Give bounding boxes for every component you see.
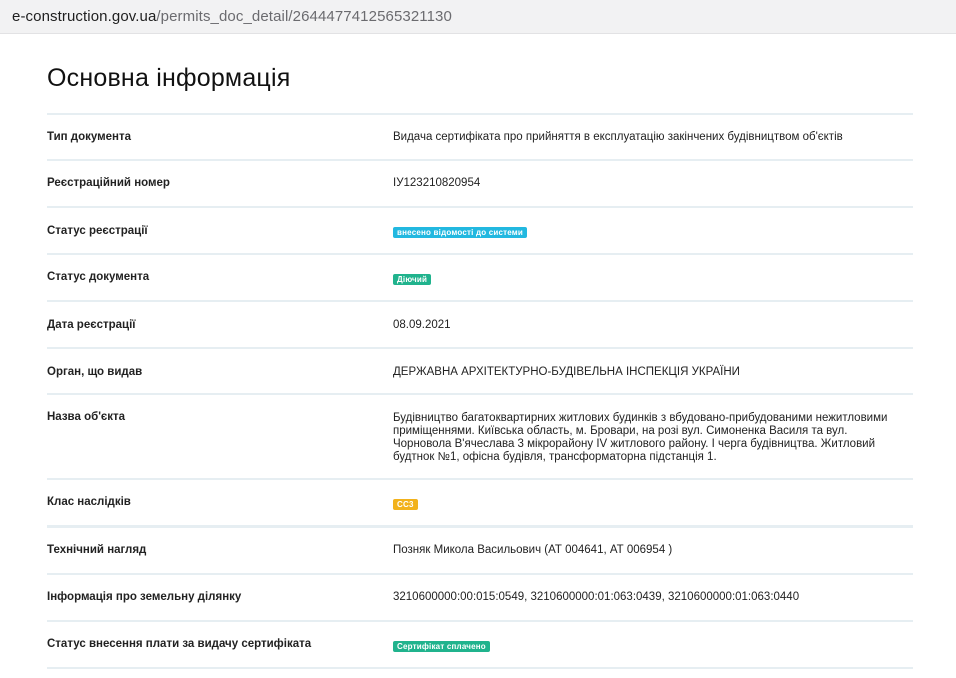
row-issuer: Орган, що видав ДЕРЖАВНА АРХІТЕКТУРНО-БУ… xyxy=(47,349,913,395)
row-tech-supervision: Технічний нагляд Позняк Микола Васильови… xyxy=(47,528,913,575)
row-value-wrapper: СС3 xyxy=(393,498,903,511)
row-label: Статус внесення плати за видачу сертифік… xyxy=(47,638,312,650)
status-badge: Сертифікат сплачено xyxy=(393,641,490,652)
info-table: Тип документа Видача сертифіката про при… xyxy=(47,115,913,669)
row-value: Позняк Микола Васильович (АТ 004641, АТ … xyxy=(393,544,673,556)
row-land-info: Інформація про земельну ділянку 32106000… xyxy=(47,575,913,622)
row-reg-date: Дата реєстрації 08.09.2021 xyxy=(47,302,913,349)
row-label: Статус документа xyxy=(47,271,150,283)
url-domain: e-construction.gov.ua xyxy=(12,8,157,25)
row-label: Клас наслідків xyxy=(47,496,131,508)
row-label: Дата реєстрації xyxy=(47,319,136,331)
page-title: Основна інформація xyxy=(47,64,291,92)
row-label: Технічний нагляд xyxy=(47,544,147,556)
row-value: Будівництво багатоквартирних житлових бу… xyxy=(393,412,888,463)
row-label: Орган, що видав xyxy=(47,366,143,378)
row-reg-status: Статус реєстрації внесено відомості до с… xyxy=(47,208,913,255)
row-label: Назва об'єкта xyxy=(47,411,126,423)
status-badge: Діючий xyxy=(393,274,432,285)
row-object-name: Назва об'єкта Будівництво багатоквартирн… xyxy=(47,395,913,480)
row-consequence-class: Клас наслідків СС3 xyxy=(47,480,913,528)
row-value: Видача сертифіката про прийняття в експл… xyxy=(393,131,843,143)
row-value: 08.09.2021 xyxy=(393,319,451,331)
row-label: Тип документа xyxy=(47,131,131,143)
row-label: Реєстраційний номер xyxy=(47,177,170,189)
row-doc-type: Тип документа Видача сертифіката про при… xyxy=(47,115,913,161)
row-doc-status: Статус документа Діючий xyxy=(47,255,913,302)
row-value-wrapper: внесено відомості до системи xyxy=(393,226,903,239)
row-value: ІУ123210820954 xyxy=(393,177,481,189)
row-value-wrapper: Діючий xyxy=(393,273,903,286)
url-path: /permits_doc_detail/2644477412565321130 xyxy=(156,8,452,25)
class-badge: СС3 xyxy=(393,499,418,510)
row-value: 3210600000:00:015:0549, 3210600000:01:06… xyxy=(393,591,800,603)
status-badge: внесено відомості до системи xyxy=(393,227,528,238)
row-fee-status: Статус внесення плати за видачу сертифік… xyxy=(47,622,913,669)
row-label: Статус реєстрації xyxy=(47,225,148,237)
row-value: ДЕРЖАВНА АРХІТЕКТУРНО-БУДІВЕЛЬНА ІНСПЕКЦ… xyxy=(393,366,740,378)
address-bar[interactable]: e-construction.gov.ua/permits_doc_detail… xyxy=(0,0,956,34)
row-value-wrapper: Сертифікат сплачено xyxy=(393,640,903,653)
row-label: Інформація про земельну ділянку xyxy=(47,591,242,603)
row-reg-number: Реєстраційний номер ІУ123210820954 xyxy=(47,161,913,208)
